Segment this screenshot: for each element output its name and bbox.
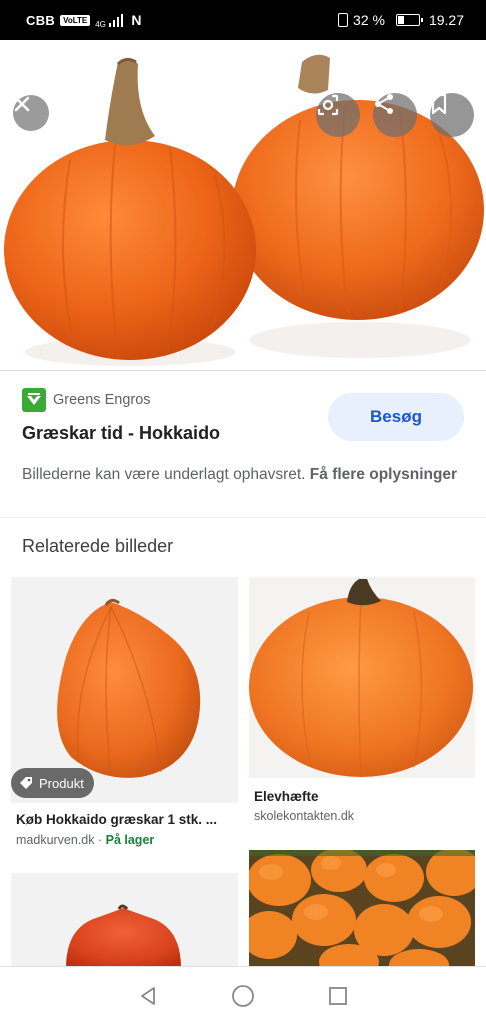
status-left: CBB VoLTE 4G N bbox=[26, 12, 142, 29]
clock: 19.27 bbox=[428, 12, 464, 28]
share-button[interactable] bbox=[373, 93, 417, 137]
related-image-4[interactable] bbox=[249, 850, 475, 968]
save-button[interactable] bbox=[430, 93, 474, 137]
visit-button[interactable]: Besøg bbox=[328, 393, 464, 441]
related-source-name: madkurven.dk bbox=[16, 833, 95, 847]
in-stock-label: På lager bbox=[105, 833, 155, 847]
related-title-1[interactable]: Køb Hokkaido græskar 1 stk. ... bbox=[16, 812, 217, 827]
related-title-2[interactable]: Elevhæfte bbox=[254, 789, 319, 804]
lens-button[interactable] bbox=[316, 93, 360, 137]
pumpkin-photo bbox=[66, 904, 181, 968]
divider bbox=[0, 370, 486, 371]
share-icon bbox=[375, 94, 393, 114]
source-name: Greens Engros bbox=[53, 392, 151, 408]
battery-icon bbox=[395, 14, 423, 26]
carrier-label: CBB bbox=[26, 12, 56, 28]
recents-button[interactable] bbox=[323, 981, 353, 1011]
network-type: 4G bbox=[95, 19, 106, 29]
back-triangle-icon bbox=[140, 986, 155, 1005]
pumpkin-pile-photo bbox=[249, 850, 475, 968]
hero-image[interactable] bbox=[0, 40, 486, 370]
status-bar: CBB VoLTE 4G N 32 % 19.27 bbox=[0, 0, 486, 40]
battery-level bbox=[397, 16, 404, 24]
divider bbox=[0, 517, 486, 518]
signal-icon bbox=[108, 13, 124, 27]
volte-badge: VoLTE bbox=[60, 14, 91, 26]
recents-square-icon bbox=[329, 986, 348, 1005]
screen: CBB VoLTE 4G N 32 % 19.27 Greens Engros … bbox=[0, 0, 486, 1024]
close-button[interactable] bbox=[13, 95, 49, 131]
related-source-2: skolekontakten.dk bbox=[254, 809, 355, 823]
copyright-text: Billederne kan være underlagt ophavsret. bbox=[22, 466, 306, 483]
related-image-2[interactable] bbox=[249, 577, 475, 778]
separator: · bbox=[94, 833, 106, 847]
battery-percent: 32 % bbox=[353, 12, 385, 28]
close-icon bbox=[14, 96, 30, 112]
source-row[interactable]: Greens Engros bbox=[22, 388, 151, 412]
related-image-3[interactable] bbox=[11, 873, 238, 968]
home-button[interactable] bbox=[228, 981, 258, 1011]
more-info-link[interactable]: Få flere oplysninger bbox=[310, 466, 457, 483]
back-button[interactable] bbox=[133, 981, 163, 1011]
tag-icon bbox=[20, 777, 32, 789]
status-right: 32 % 19.27 bbox=[338, 12, 464, 28]
system-nav-bar bbox=[0, 966, 486, 1024]
site-logo-icon bbox=[22, 388, 46, 412]
pumpkins-photo bbox=[0, 40, 486, 370]
pumpkin-photo bbox=[249, 579, 473, 778]
related-heading: Relaterede billeder bbox=[22, 536, 174, 556]
product-tag: Produkt bbox=[11, 768, 94, 798]
lens-icon bbox=[317, 94, 339, 116]
related-source-1: madkurven.dk · På lager bbox=[16, 833, 154, 847]
vibrate-icon bbox=[338, 13, 349, 27]
home-circle-icon bbox=[232, 984, 254, 1007]
product-tag-label: Produkt bbox=[39, 775, 84, 791]
image-title[interactable]: Græskar tid - Hokkaido bbox=[22, 423, 220, 444]
nfc-icon: N bbox=[131, 12, 142, 28]
copyright-notice: Billederne kan være underlagt ophavsret.… bbox=[22, 463, 462, 486]
bookmark-icon bbox=[431, 93, 447, 115]
